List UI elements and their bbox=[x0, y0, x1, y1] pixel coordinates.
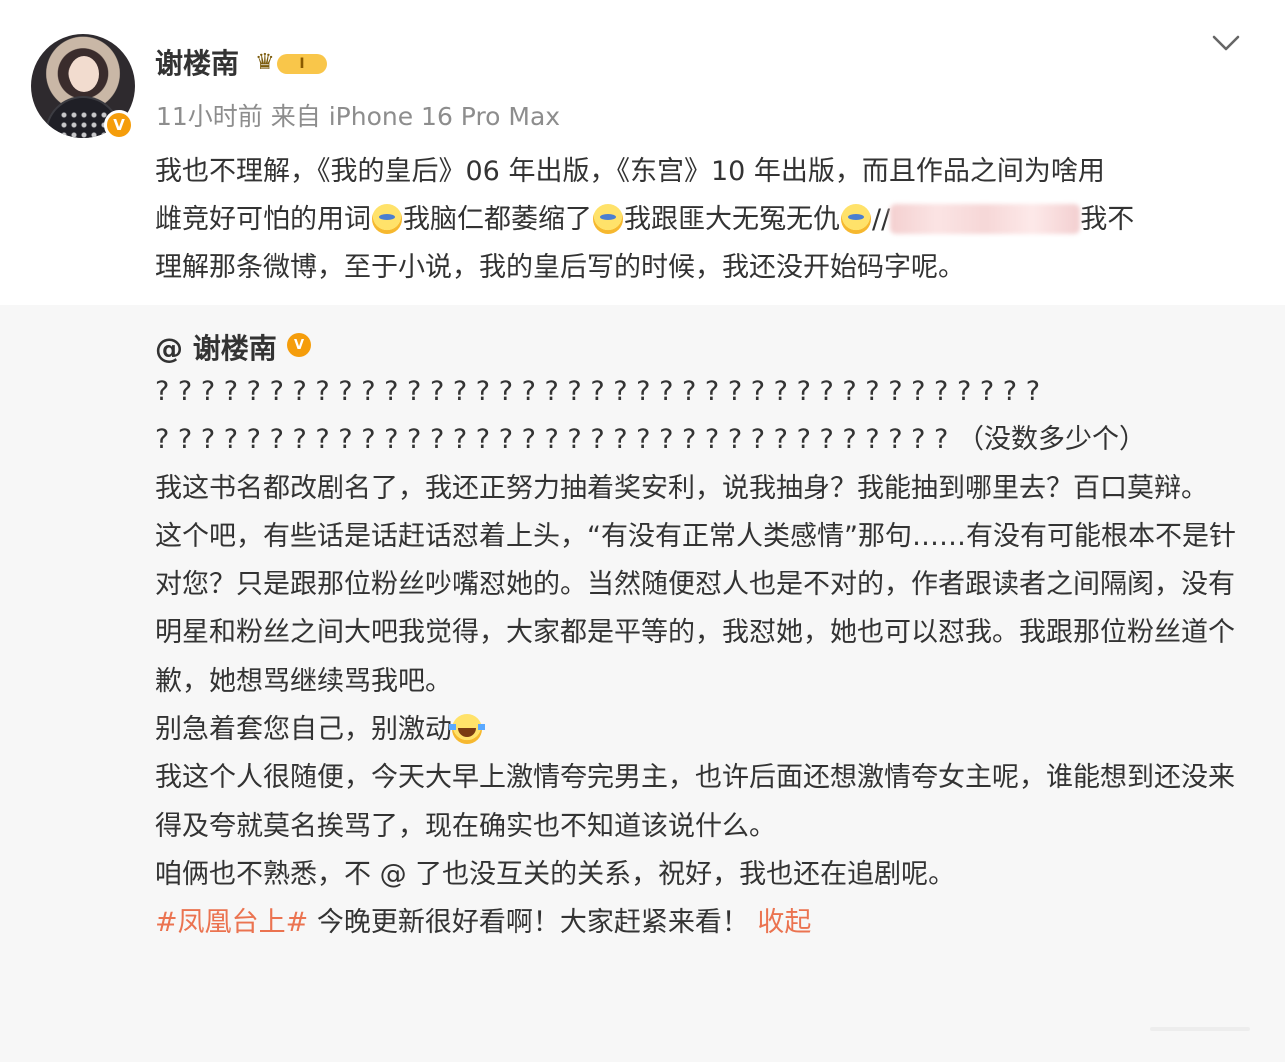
repost-paragraph-4: 我这个人很随便，今天大早上激情夸完男主，也许后面还想激情夸女主呢，谁能想到还没来… bbox=[155, 762, 1235, 842]
verified-v-icon: V bbox=[104, 110, 134, 140]
avatar-face bbox=[69, 56, 99, 92]
user-level-badge[interactable]: ♛ I bbox=[255, 50, 329, 78]
sweat-emoji-icon bbox=[372, 204, 402, 234]
post-line-2-part-e: 我不 bbox=[1080, 204, 1135, 235]
post-text: 我也不理解，《我的皇后》06 年出版，《东宫》10 年出版，而且作品之间为啥用 … bbox=[155, 148, 1255, 292]
repost-question-line-2: ? ? ? ? ? ? ? ? ? ? ? ? ? ? ? ? ? ? ? ? … bbox=[155, 424, 1146, 456]
scrollbar-thumb[interactable] bbox=[1150, 1027, 1250, 1031]
repost-slash: // bbox=[872, 204, 891, 235]
repost-paragraph-2: 这个吧，有些话是话赶话怼着上头，“有没有正常人类感情”那句……有没有可能根本不是… bbox=[155, 520, 1236, 697]
repost-paragraph-6: #凤凰台上# 今晚更新很好看啊！大家赶紧来看！ 收起 bbox=[155, 899, 1255, 947]
repost-text: ? ? ? ? ? ? ? ? ? ? ? ? ? ? ? ? ? ? ? ? … bbox=[155, 368, 1255, 948]
topic-hashtag-link[interactable]: #凤凰台上# bbox=[155, 907, 308, 938]
post-main: V 谢楼南 ♛ I 11小时前 来自 iPhone 16 Pro Max 我也不… bbox=[0, 0, 1285, 305]
repost-author[interactable]: @ 谢楼南 bbox=[155, 327, 277, 367]
post-line-2-part-c: 我跟匪大无冤无仇 bbox=[624, 204, 840, 235]
post-line-2: 雌竞好可怕的用词 我脑仁都萎缩了 我跟匪大无冤无仇 // 我不 bbox=[155, 196, 1255, 244]
weibo-post: V 谢楼南 ♛ I 11小时前 来自 iPhone 16 Pro Max 我也不… bbox=[0, 0, 1285, 1062]
post-line-2-part-a: 雌竞好可怕的用词 bbox=[155, 204, 371, 235]
repost-paragraph-6-text: 今晚更新很好看啊！大家赶紧来看！ bbox=[308, 907, 758, 939]
collapse-link[interactable]: 收起 bbox=[757, 907, 811, 938]
repost-question-line-1: ? ? ? ? ? ? ? ? ? ? ? ? ? ? ? ? ? ? ? ? … bbox=[155, 376, 1041, 407]
repost-paragraph-5: 咱俩也不熟悉，不 @ 了也没互关的关系，祝好，我也还在追剧呢。 bbox=[155, 858, 956, 890]
post-line-3: 理解那条微博，至于小说，我的皇后写的时候，我还没开始码字呢。 bbox=[155, 252, 965, 283]
repost-paragraph-3-text: 别急着套您自己，别激动 bbox=[155, 714, 452, 746]
verified-v-icon: V bbox=[287, 333, 311, 357]
level-label: I bbox=[277, 54, 327, 74]
repost-paragraph-3: 别急着套您自己，别激动 bbox=[155, 706, 1255, 754]
user-name[interactable]: 谢楼南 bbox=[155, 42, 239, 82]
reposted-content[interactable]: @ 谢楼南 V ? ? ? ? ? ? ? ? ? ? ? ? ? ? ? ? … bbox=[0, 305, 1285, 1062]
post-line-1: 我也不理解，《我的皇后》06 年出版，《东宫》10 年出版，而且作品之间为啥用 bbox=[155, 156, 1105, 187]
sweat-emoji-icon bbox=[593, 204, 623, 234]
horizontal-scrollbar[interactable] bbox=[1150, 1020, 1262, 1038]
laugh-cry-emoji-icon bbox=[449, 714, 485, 745]
post-time[interactable]: 11小时前 bbox=[156, 102, 263, 131]
chevron-down-icon[interactable] bbox=[1208, 28, 1244, 58]
post-line-2-part-b: 我脑仁都萎缩了 bbox=[403, 204, 592, 235]
blurred-mention bbox=[890, 204, 1081, 234]
repost-paragraph-1: 我这书名都改剧名了，我还正努力抽着奖安利，说我抽身？我能抽到哪里去？百口莫辩。 bbox=[155, 472, 1208, 504]
post-source: 来自 iPhone 16 Pro Max bbox=[270, 102, 561, 131]
sweat-emoji-icon bbox=[841, 204, 871, 234]
post-meta: 11小时前 来自 iPhone 16 Pro Max bbox=[156, 97, 560, 133]
